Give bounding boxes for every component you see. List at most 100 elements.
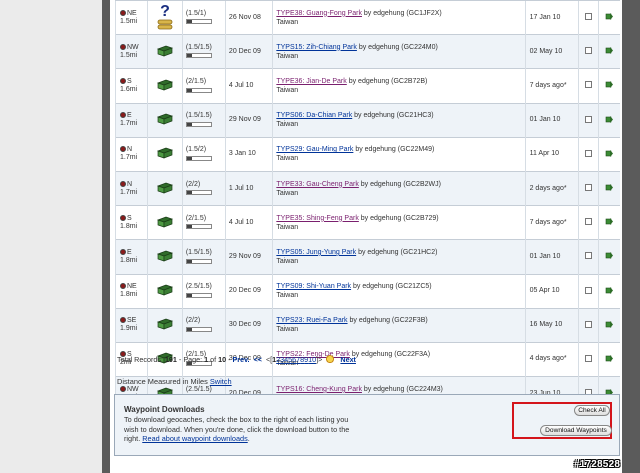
cache-country: Taiwan <box>276 18 299 26</box>
action-cell <box>597 102 620 138</box>
placed-date: 20 Dec 09 <box>224 34 273 69</box>
switch-units-link[interactable]: Switch <box>210 377 232 386</box>
download-waypoints-button[interactable]: Download Waypoints <box>540 425 612 436</box>
traditional-cache-icon[interactable] <box>157 318 174 332</box>
direction: NW <box>127 385 139 393</box>
select-checkbox[interactable] <box>585 115 593 123</box>
cache-link[interactable]: TYPS29: Gau-Ming Park <box>276 146 353 153</box>
send-to-gps-icon[interactable] <box>605 252 614 262</box>
traditional-cache-icon[interactable] <box>157 216 174 230</box>
cache-link[interactable]: TYPS05: Jung-Yung Park <box>276 249 356 256</box>
cache-name-cell: TYPS15: Zih-Chiang Park by edgehung (GC2… <box>272 34 526 69</box>
distance: 1.8mi <box>120 291 138 299</box>
direction: NE <box>127 9 137 17</box>
cache-link[interactable]: TYPE33: Gau-Cheng Park <box>276 181 359 188</box>
traditional-cache-icon[interactable] <box>157 79 174 93</box>
send-to-gps-icon[interactable] <box>605 218 614 228</box>
cache-link[interactable]: TYPE35: Shing-Feng Park <box>276 215 359 222</box>
placed-date: 29 Nov 09 <box>224 102 273 138</box>
last-found: 4 days ago* <box>524 341 579 377</box>
distance: 1.5mi <box>120 51 138 59</box>
compass-icon <box>120 385 126 392</box>
page-links-close: ]> <box>316 355 323 364</box>
table-row: N 1.7mi (2/2) 1 Jul 10 TYPE33: Gau-Cheng Par… <box>114 170 620 206</box>
difficulty-terrain: (2/1.5) <box>185 77 207 85</box>
table-row: E 1.7mi (1.5/1.5) 29 Nov 09 TYPS06: Da-Chian… <box>114 102 620 138</box>
select-checkbox[interactable] <box>585 252 593 260</box>
cache-type-cell <box>147 205 183 240</box>
check-all-button[interactable]: Check All <box>574 405 610 416</box>
select-checkbox[interactable] <box>585 218 593 226</box>
cache-link[interactable]: TYPS06: Da-Chian Park <box>276 112 352 119</box>
waypoint-downloads-description: To download geocaches, check the box to … <box>124 415 364 444</box>
first-page-link[interactable]: << <box>254 355 262 364</box>
action-cell <box>597 341 620 377</box>
last-found: 17 Jan 10 <box>524 0 579 35</box>
send-to-gps-icon[interactable] <box>605 81 614 91</box>
cache-country: Taiwan <box>276 189 299 197</box>
cache-link[interactable]: TYPS23: Ruei-Fa Park <box>276 317 347 324</box>
difficulty-cell: (1.5/1.5) <box>181 102 226 138</box>
send-to-gps-icon[interactable] <box>605 320 614 331</box>
page-link[interactable]: 10 <box>308 355 316 364</box>
read-about-waypoints-link[interactable]: Read about waypoint downloads <box>142 434 247 443</box>
cache-link[interactable]: TYPS15: Zih-Chiang Park <box>276 44 357 51</box>
cache-owner: by edgehung (GC224M0) <box>356 43 438 51</box>
action-cell <box>597 307 620 343</box>
cache-type-cell: ? <box>147 0 183 35</box>
send-to-gps-icon[interactable] <box>605 286 614 297</box>
traditional-cache-icon[interactable] <box>157 284 174 298</box>
select-checkbox[interactable] <box>585 354 593 362</box>
direction: E <box>127 248 132 256</box>
send-to-gps-icon[interactable] <box>605 47 614 57</box>
next-link[interactable]: Next <box>340 355 356 364</box>
select-checkbox[interactable] <box>585 13 593 21</box>
cache-link[interactable]: TYPS16: Cheng-Kung Park <box>276 386 362 393</box>
cache-type-cell <box>147 273 183 309</box>
difficulty-terrain: (1.5/2) <box>185 146 207 154</box>
select-checkbox[interactable] <box>585 320 593 328</box>
select-checkbox[interactable] <box>585 81 593 89</box>
last-found: 11 Apr 10 <box>524 136 579 172</box>
traditional-cache-icon[interactable] <box>157 250 174 264</box>
send-to-gps-icon[interactable] <box>605 354 614 365</box>
prev-link[interactable]: Prev. <box>233 355 250 364</box>
select-checkbox[interactable] <box>585 184 593 192</box>
traditional-cache-icon[interactable] <box>157 113 174 127</box>
difficulty-terrain: (2.5/1.5) <box>185 283 212 291</box>
cache-owner: by edgehung (GC21HC2) <box>356 248 438 256</box>
cache-country: Taiwan <box>276 257 299 265</box>
send-to-gps-icon[interactable] <box>605 184 614 194</box>
traditional-cache-icon[interactable] <box>157 147 174 161</box>
select-cell <box>578 68 599 104</box>
send-to-gps-icon[interactable] <box>605 13 614 23</box>
cache-size-indicator <box>185 292 212 298</box>
last-found: 01 Jan 10 <box>524 102 579 138</box>
table-row: S 1.6mi (2/1.5) 4 Jul 10 TYPE36: Jian-De Par… <box>114 68 620 104</box>
mystery-cache-icon[interactable]: ? <box>157 3 173 34</box>
select-cell <box>578 0 599 35</box>
cache-link[interactable]: TYPS09: Shi-Yuan Park <box>276 283 351 290</box>
compass-icon <box>120 283 126 290</box>
select-checkbox[interactable] <box>585 47 593 55</box>
send-to-gps-icon[interactable] <box>605 115 614 126</box>
direction: S <box>127 77 132 85</box>
cache-link[interactable]: TYPE38: Guang-Fong Park <box>276 10 362 17</box>
direction-cell: N 1.7mi <box>114 170 148 206</box>
direction-cell: SE 1.9mi <box>114 307 148 343</box>
traditional-cache-icon[interactable] <box>157 45 174 59</box>
pagination: Total Records: 191 - Page: 1 of 10 - Pre… <box>117 355 356 364</box>
cache-size-indicator <box>185 190 212 196</box>
traditional-cache-icon[interactable] <box>157 182 174 196</box>
cache-type-cell <box>147 68 183 104</box>
cache-name-cell: TYPE33: Gau-Cheng Park by edgehung (GC2B… <box>272 170 526 206</box>
select-cell <box>578 341 599 377</box>
cache-link[interactable]: TYPE36: Jian-De Park <box>276 78 346 85</box>
select-checkbox[interactable] <box>585 149 593 157</box>
select-checkbox[interactable] <box>585 286 593 294</box>
cache-owner: by edgehung (GC22F3A) <box>349 351 431 359</box>
send-to-gps-icon[interactable] <box>605 149 614 160</box>
cache-country: Taiwan <box>276 326 299 334</box>
waypoint-downloads-panel: Waypoint Downloads To download geocaches… <box>114 394 620 456</box>
next-arrow-icon[interactable] <box>326 355 337 364</box>
